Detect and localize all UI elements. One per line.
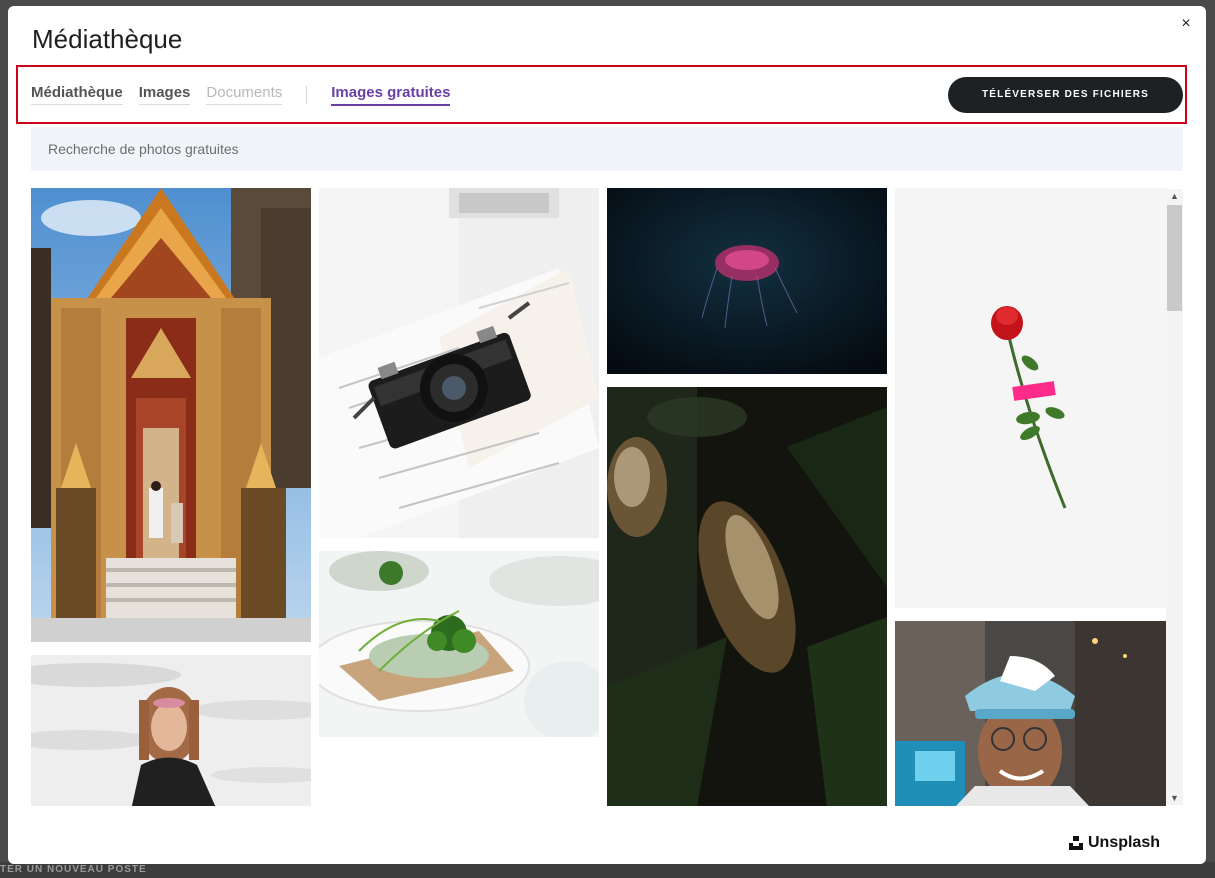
unsplash-logo-icon xyxy=(1068,836,1083,850)
red-rose-photo xyxy=(895,188,1166,608)
background-footer-text: TER UN NOUVEAU POSTE xyxy=(0,864,147,875)
scroll-up-icon[interactable]: ▲ xyxy=(1166,189,1183,203)
media-toolbar: Médiathèque Images Documents Images grat… xyxy=(16,65,1187,124)
gallery-image-jellyfish[interactable] xyxy=(607,188,887,374)
search-input[interactable] xyxy=(31,127,1183,171)
smiling-man-photo xyxy=(895,621,1166,806)
gallery-image-camera[interactable] xyxy=(319,188,599,538)
modal-title: Médiathèque xyxy=(32,24,183,54)
food-plate-photo xyxy=(319,551,599,737)
gallery-image-temple[interactable] xyxy=(31,188,311,642)
gallery-scrollbar[interactable]: ▲ ▼ xyxy=(1166,189,1183,805)
tab-divider xyxy=(306,85,308,104)
background-page xyxy=(0,862,1215,878)
image-gallery xyxy=(31,188,1166,806)
scroll-thumb[interactable] xyxy=(1167,205,1182,311)
gallery-image-man[interactable] xyxy=(895,621,1166,806)
camera-on-book-photo xyxy=(319,188,599,538)
woman-portrait-photo xyxy=(31,655,311,806)
upload-files-button[interactable]: TÉLÉVERSER DES FICHIERS xyxy=(948,76,1183,113)
temple-photo xyxy=(31,188,311,642)
media-library-modal: Médiathèque × Médiathèque Images Documen… xyxy=(8,6,1206,864)
tab-media-library[interactable]: Médiathèque xyxy=(31,84,123,105)
gallery-image-food[interactable] xyxy=(319,551,599,737)
tab-free-images[interactable]: Images gratuites xyxy=(331,84,451,106)
gallery-image-blurred-plant[interactable] xyxy=(607,387,887,806)
blurred-plant-photo xyxy=(607,387,887,806)
jellyfish-photo xyxy=(607,188,887,374)
gallery-image-rose[interactable] xyxy=(895,188,1166,608)
tab-bar: Médiathèque Images Documents Images grat… xyxy=(18,67,451,122)
gallery-image-woman-portrait[interactable] xyxy=(31,655,311,806)
close-icon[interactable]: × xyxy=(1176,14,1196,34)
scroll-down-icon[interactable]: ▼ xyxy=(1166,791,1183,805)
tab-images[interactable]: Images xyxy=(138,84,191,105)
brand-name: Unsplash xyxy=(1087,834,1160,851)
tab-documents[interactable]: Documents xyxy=(206,84,283,105)
unsplash-brand: Unsplash xyxy=(1068,834,1160,852)
